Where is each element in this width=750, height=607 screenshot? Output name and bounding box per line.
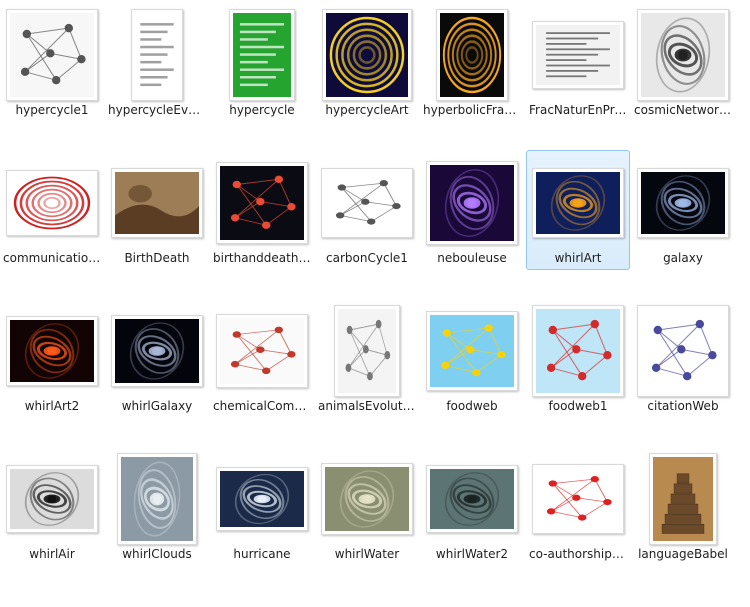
chemistry-diagram-thumbnail	[216, 314, 308, 388]
file-item[interactable]: whirlArt	[526, 150, 630, 270]
file-name-label: galaxy	[663, 251, 703, 265]
file-name-label: whirlWater	[334, 547, 400, 561]
file-item[interactable]: whirlClouds	[105, 446, 209, 566]
spiral-tunnel-thumbnail	[637, 9, 729, 101]
file-item[interactable]: whirlWater2	[420, 446, 524, 566]
nebula-thumbnail	[426, 161, 518, 245]
file-item[interactable]: whirlWater	[315, 446, 419, 566]
file-name-label: birthanddeathstar	[213, 251, 313, 265]
file-name-label: hyperbolicFractal	[423, 103, 523, 117]
whirlpool-thumbnail	[426, 465, 518, 533]
file-item[interactable]: hurricane	[210, 446, 314, 566]
file-name-label: hypercycle	[229, 103, 295, 117]
file-name-label: foodweb1	[548, 399, 608, 413]
cloud-vortex-thumbnail	[117, 453, 197, 545]
lab-apparatus-thumbnail	[532, 21, 624, 89]
file-name-label: cosmicNetworks	[634, 103, 733, 117]
file-item[interactable]: hypercycle	[210, 2, 314, 122]
file-name-label: whirlWater2	[435, 547, 509, 561]
file-item[interactable]: chemicalComp...	[210, 298, 314, 418]
star-lifecycle-thumbnail	[216, 162, 308, 244]
ocean-foodweb-thumbnail	[426, 311, 518, 391]
air-vortex-thumbnail	[6, 465, 98, 533]
cycle-diagram-thumbnail	[321, 168, 413, 238]
file-item[interactable]: carbonCycle1	[315, 150, 419, 270]
file-item[interactable]: communication...	[0, 150, 104, 270]
document-page-thumbnail	[131, 9, 183, 101]
concentric-rings-thumbnail	[6, 170, 98, 236]
file-item[interactable]: animalsEvolution	[315, 298, 419, 418]
file-item[interactable]: whirlAir	[0, 446, 104, 566]
file-item[interactable]: cosmicNetworks	[631, 2, 735, 122]
painting-thumbnail	[111, 168, 203, 238]
file-name-label: carbonCycle1	[326, 251, 408, 265]
hyperbolic-fractal-thumbnail	[436, 9, 508, 101]
file-item[interactable]: nebouleuse	[420, 150, 524, 270]
evolution-tree-thumbnail	[334, 305, 400, 397]
file-name-label: chemicalComp...	[213, 399, 313, 413]
file-name-label: animalsEvolution	[318, 399, 418, 413]
file-name-label: citationWeb	[647, 399, 719, 413]
file-name-label: whirlGalaxy	[121, 399, 193, 413]
circular-mosaic-art-thumbnail	[322, 9, 412, 101]
tower-of-babel-thumbnail	[649, 453, 717, 545]
file-item[interactable]: FracNaturEnProc1	[526, 2, 630, 122]
file-item[interactable]: galaxy	[631, 150, 735, 270]
hurricane-thumbnail	[216, 467, 308, 531]
whirlpool-galaxy-thumbnail	[111, 315, 203, 387]
file-name-label: FracNaturEnProc1	[529, 103, 629, 117]
file-item[interactable]: languageBabel	[631, 446, 735, 566]
fire-swirl-thumbnail	[6, 316, 98, 386]
file-name-label: nebouleuse	[437, 251, 507, 265]
green-book-cover-thumbnail	[229, 9, 295, 101]
thumbnail-grid: hypercycle1 hypercycleEvolut... hypercycle…	[0, 0, 750, 607]
file-name-label: co-authorshipN...	[529, 547, 629, 561]
file-name-label: whirlArt2	[24, 399, 80, 413]
file-name-label: whirlArt	[554, 251, 602, 265]
file-name-label: languageBabel	[638, 547, 728, 561]
spiral-galaxy-thumbnail	[637, 168, 729, 238]
foodweb-diagram-thumbnail	[532, 305, 624, 397]
swirl-art-thumbnail	[532, 168, 624, 238]
file-name-label: hurricane	[233, 547, 291, 561]
file-item[interactable]: hypercycleArt	[315, 2, 419, 122]
file-name-label: hypercycle1	[15, 103, 89, 117]
file-item[interactable]: co-authorshipN...	[526, 446, 630, 566]
file-name-label: hypercycleArt	[325, 103, 409, 117]
file-name-label: communication...	[3, 251, 103, 265]
file-item[interactable]: hypercycleEvolut...	[105, 2, 209, 122]
file-name-label: whirlClouds	[122, 547, 192, 561]
network-graph-thumbnail	[637, 305, 729, 397]
file-item[interactable]: whirlArt2	[0, 298, 104, 418]
file-item[interactable]: whirlGalaxy	[105, 298, 209, 418]
file-item[interactable]: hypercycle1	[0, 2, 104, 122]
file-item[interactable]: BirthDeath	[105, 150, 209, 270]
coauthorship-network-thumbnail	[532, 464, 624, 534]
file-name-label: foodweb	[446, 399, 498, 413]
file-name-label: hypercycleEvolut...	[108, 103, 208, 117]
file-item[interactable]: birthanddeathstar	[210, 150, 314, 270]
file-item[interactable]: hyperbolicFractal	[420, 2, 524, 122]
file-name-label: BirthDeath	[124, 251, 190, 265]
hypercycle-diagram-thumbnail	[6, 9, 98, 101]
water-vortex-thumbnail	[321, 463, 413, 535]
file-item[interactable]: citationWeb	[631, 298, 735, 418]
file-name-label: whirlAir	[29, 547, 75, 561]
file-item[interactable]: foodweb1	[526, 298, 630, 418]
file-item[interactable]: foodweb	[420, 298, 524, 418]
